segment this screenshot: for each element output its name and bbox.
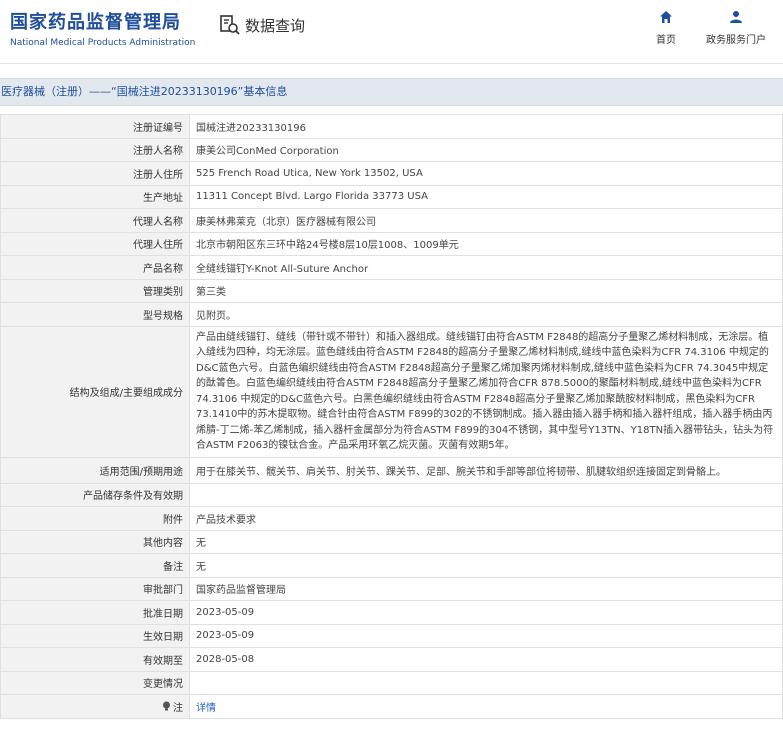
table-row: 审批部门 国家药品监督管理局 [0,576,783,601]
table-row: 代理人住所 北京市朝阳区东三环中路24号楼8层10层1008、1009单元 [0,231,783,256]
field-value: 见附页。 [189,302,783,327]
field-label: 备注 [0,553,190,578]
table-row: 适用范围/预期用途 用于在膝关节、髋关节、肩关节、肘关节、踝关节、足部、腕关节和手… [0,456,783,484]
nav-home[interactable]: 首页 [654,9,678,46]
user-icon [730,11,742,23]
table-row: 附件 产品技术要求 [0,506,783,531]
field-label: 批准日期 [0,600,190,625]
field-label: 适用范围/预期用途 [0,456,190,484]
field-value: 2023-05-09 [189,623,783,648]
field-value: 无 [189,529,783,554]
field-label: 管理类别 [0,278,190,303]
field-label: 附件 [0,506,190,531]
table-row: 变更情况 [0,670,783,695]
field-value: 2023-05-09 [189,600,783,625]
field-value: 用于在膝关节、髋关节、肩关节、肘关节、踝关节、足部、腕关节和手部等部位将韧带、肌… [189,456,783,484]
field-value: 康美林弗莱克（北京）医疗器械有限公司 [189,208,783,233]
table-row: 产品名称 全缝线锚钉Y-Knot All-Suture Anchor [0,255,783,280]
field-value [189,482,783,507]
table-row: 注册人名称 康美公司ConMed Corporation [0,137,783,162]
table-row: 批准日期 2023-05-09 [0,600,783,625]
table-row: 其他内容无 [0,529,783,554]
field-value: 525 French Road Utica, New York 13502, U… [189,161,783,186]
table-row: 有效期至 2028-05-08 [0,647,783,672]
field-label: 产品名称 [0,255,190,280]
note-value-cell: 详情 [189,694,783,719]
site-logo[interactable]: 国家药品监督管理局 National Medical Products Admi… [10,8,195,48]
data-query-link[interactable]: 数据查询 [219,14,305,36]
field-label: 注册人住所 [0,161,190,186]
data-query-label: 数据查询 [245,16,306,35]
table-row: 管理类别 第三类 [0,278,783,303]
field-label: 产品储存条件及有效期 [0,482,190,507]
field-value: 产品技术要求 [189,506,783,531]
field-label: 生产地址 [0,184,190,209]
note-label: 注 [173,702,183,714]
logo-title-cn: 国家药品监督管理局 [10,12,181,33]
table-row: 结构及组成/主要组成成分 产品由缝线锚钉、缝线（带针或不带针）和插入器组成。缝线锚… [0,325,783,458]
field-label: 其他内容 [0,529,190,554]
table-row: 注册证编号 国械注进20233130196 [0,114,783,139]
field-value: 国家药品监督管理局 [189,576,783,601]
field-value: 产品由缝线锚钉、缝线（带针或不带针）和插入器组成。缝线锚钉由符合ASTM F28… [189,325,783,458]
field-label: 有效期至 [0,647,190,672]
logo-title-en: National Medical Products Administration [10,38,196,48]
registration-info-table: 注册证编号 国械注进20233130196 注册人名称 康美公司ConMed Corp… [0,114,783,719]
field-label: 生效日期 [0,623,190,648]
table-row: 产品储存条件及有效期 [0,482,783,507]
table-row: 备注无 [0,553,783,578]
table-row: 生效日期 2023-05-09 [0,623,783,648]
note-label-cell: 注 [0,694,190,719]
nav-gov-label: 政务服务门户 [706,35,766,46]
field-label: 注册人名称 [0,137,190,162]
field-label: 审批部门 [0,576,190,601]
table-row: 生产地址 11311 Concept Blvd. Largo Florida 33… [0,184,783,209]
field-value: 北京市朝阳区东三环中路24号楼8层10层1008、1009单元 [189,231,783,256]
field-value [189,670,783,695]
bulb-icon [163,701,170,711]
table-row-note: 注 详情 [0,694,783,719]
home-icon [660,11,672,23]
document-search-icon [220,15,240,35]
table-row: 注册人住所 525 French Road Utica, New York 135… [0,161,783,186]
nav-home-label: 首页 [656,35,676,46]
table-row: 型号规格 见附页。 [0,302,783,327]
site-header: 国家药品监督管理局 National Medical Products Admi… [0,0,783,64]
field-value: 11311 Concept Blvd. Largo Florida 33773 … [189,184,783,209]
field-label: 注册证编号 [0,114,190,139]
page-title: 医疗器械（注册）——“国械注进20233130196”基本信息 [0,78,783,106]
field-value: 康美公司ConMed Corporation [189,137,783,162]
field-value: 第三类 [189,278,783,303]
field-value: 全缝线锚钉Y-Knot All-Suture Anchor [189,255,783,280]
field-label: 代理人名称 [0,208,190,233]
field-value: 国械注进20233130196 [189,114,783,139]
field-label: 代理人住所 [0,231,190,256]
details-link[interactable]: 详情 [196,703,216,714]
field-label: 型号规格 [0,302,190,327]
nav-gov-portal[interactable]: 政务服务门户 [703,9,769,46]
field-label: 结构及组成/主要组成成分 [0,325,190,458]
field-value: 2028-05-08 [189,647,783,672]
field-value: 无 [189,553,783,578]
field-label: 变更情况 [0,670,190,695]
table-row: 代理人名称 康美林弗莱克（北京）医疗器械有限公司 [0,208,783,233]
